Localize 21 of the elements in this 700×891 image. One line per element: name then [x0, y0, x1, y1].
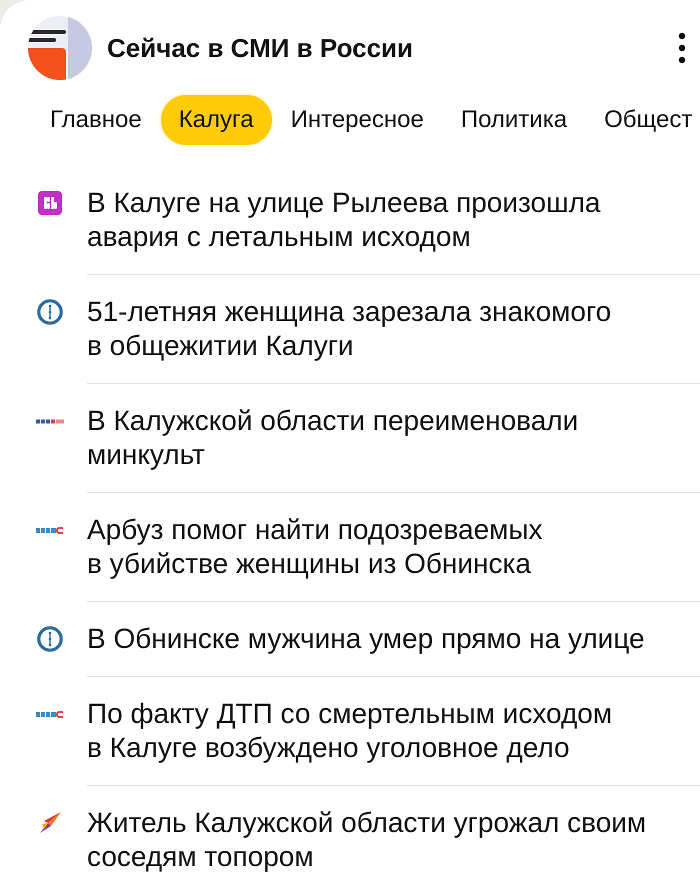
- square-logo-icon: [38, 191, 62, 215]
- category-tab[interactable]: Политика: [442, 95, 586, 145]
- news-headline[interactable]: Житель Калужской области угрожал своим соседям топором: [87, 806, 667, 874]
- ring-logo-icon: [36, 299, 62, 325]
- category-tab[interactable]: Калуга: [160, 95, 272, 145]
- wordmark-logo-icon: [36, 526, 64, 534]
- ring-logo-icon: [36, 626, 62, 652]
- news-headline[interactable]: В Калуге на улице Рылеева произошла авария с летальным исходом: [87, 186, 667, 254]
- news-headline[interactable]: По факту ДТП со смертельным исходом в Калуге возбуждено уголовное дело: [87, 697, 667, 765]
- category-tab[interactable]: Интересное: [272, 95, 442, 145]
- wordmark-logo-icon: [36, 418, 64, 424]
- news-headline[interactable]: В Обнинске мужчина умер прямо на улице: [87, 622, 645, 656]
- wordmark-logo-icon: [36, 710, 64, 718]
- app-title: Сейчас в СМИ в России: [107, 32, 413, 64]
- more-menu-icon[interactable]: [678, 32, 686, 64]
- news-headline[interactable]: Арбуз помог найти подозреваемых в убийстве женщины из Обнинска: [87, 513, 667, 581]
- news-headline[interactable]: 51-летняя женщина зарезала знакомого в общежитии Калуги: [87, 295, 667, 363]
- bird-logo-icon: [38, 811, 62, 835]
- category-tab[interactable]: Общест: [586, 95, 700, 145]
- category-tab[interactable]: Главное: [32, 95, 160, 145]
- news-headline[interactable]: В Калужской области переименовали минкульт: [87, 404, 667, 472]
